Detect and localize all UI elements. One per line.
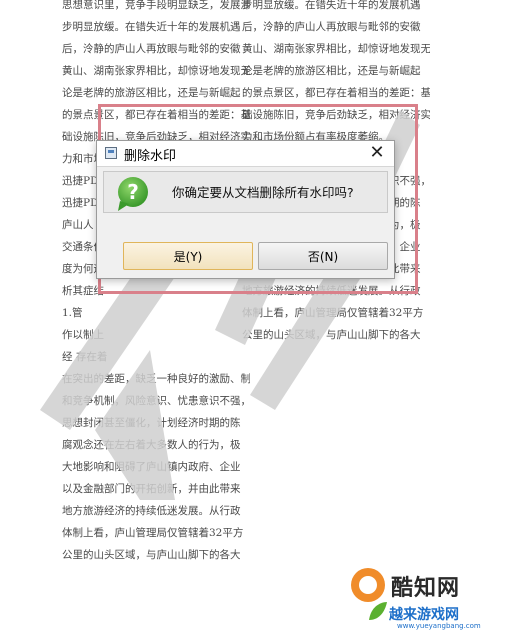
dialog-message: 你确定要从文档删除所有水印吗? bbox=[172, 185, 354, 200]
no-button[interactable]: 否(N) bbox=[258, 242, 388, 270]
document-text-line: 1.管 bbox=[62, 307, 83, 319]
app-window-icon bbox=[105, 147, 117, 159]
document-text-line: 思想意识里，竞争手段明显缺乏，发展滞 bbox=[62, 0, 250, 11]
document-text-line: 体制上看，庐山管理局仅管辖着32平方 bbox=[242, 307, 424, 319]
leaf-icon bbox=[369, 602, 387, 620]
document-page: 思想意识里，竞争手段明显缺乏，发展滞 步明显放缓。在错失近十年的发展机遇 后，泠静的… bbox=[0, 0, 510, 637]
svg-text:?: ? bbox=[127, 180, 139, 204]
delete-watermark-dialog: 删除水印 ✕ ? 你确定要从文档删除所有水印吗? 是(Y) 否(N) bbox=[96, 140, 395, 279]
document-text-line: 经 存在着 bbox=[62, 351, 108, 363]
document-text-line: 腐观念还在左右着大多数人的行为，极 bbox=[62, 439, 241, 451]
dialog-title: 删除水印 bbox=[124, 149, 177, 164]
document-text-line: 公里的山头区域，与庐山山脚下的各大 bbox=[62, 549, 241, 561]
document-text-line: 公里的山头区域，与庐山山脚下的各大 bbox=[242, 329, 421, 341]
logo-url: www.yueyangbang.com bbox=[397, 622, 481, 630]
document-text-line: 在突出的差距，缺乏一种良好的激励、制约 bbox=[62, 373, 250, 385]
document-text-line: 大地影响和阻碍了庐山镇内政府、企业 bbox=[62, 461, 241, 473]
document-text-line: 以及金融部门的开拓创新，并由此带来 bbox=[62, 483, 241, 495]
document-text-line: 思想封闭甚至僵化，计划经济时期的陈 bbox=[62, 417, 241, 429]
logo-brand: 酷知网 bbox=[391, 576, 461, 601]
close-button[interactable]: ✕ bbox=[366, 142, 388, 164]
document-text-line: 后，泠静的庐山人再放眼与毗邻的安徽 bbox=[62, 43, 241, 55]
document-text-line: 和竞争机制，风险意识、忧患意识不强， bbox=[62, 395, 250, 407]
document-text-line: 地方旅游经济的持续低迷发展。从行政 bbox=[62, 505, 241, 517]
document-text-line: 黄山、湖南张家界相比，却惊讶地发现无 bbox=[62, 65, 250, 77]
question-icon: ? bbox=[118, 177, 148, 211]
logo-tagline: 越来游戏网 bbox=[389, 607, 459, 623]
document-text-line: 论是老牌的旅游区相比，还是与新崛起 bbox=[242, 65, 421, 77]
document-text-line: 黄山、湖南张家界相比，却惊讶地发现无 bbox=[242, 43, 430, 55]
document-text-line: 步明显放缓。在错失近十年的发展机遇 bbox=[242, 0, 421, 11]
yes-button[interactable]: 是(Y) bbox=[123, 242, 253, 270]
document-text-line: 体制上看，庐山管理局仅管辖着32平方 bbox=[62, 527, 244, 539]
document-text-line: 论是老牌的旅游区相比，还是与新崛起 bbox=[62, 87, 241, 99]
document-text-line: 步明显放缓。在错失近十年的发展机遇 bbox=[62, 21, 241, 33]
dialog-message-area: ? 你确定要从文档删除所有水印吗? bbox=[103, 171, 388, 213]
dialog-titlebar[interactable]: 删除水印 ✕ bbox=[97, 141, 394, 167]
site-logo: 酷知网 越来游戏网 www.yueyangbang.com bbox=[345, 560, 505, 635]
document-text-line: 后，泠静的庐山人再放眼与毗邻的安徽 bbox=[242, 21, 421, 33]
document-text-line: 的景点景区，都已存在着相当的差距：基 bbox=[242, 87, 430, 99]
document-text-line: 作以制上 bbox=[62, 329, 104, 341]
logo-mark-icon bbox=[351, 568, 385, 602]
